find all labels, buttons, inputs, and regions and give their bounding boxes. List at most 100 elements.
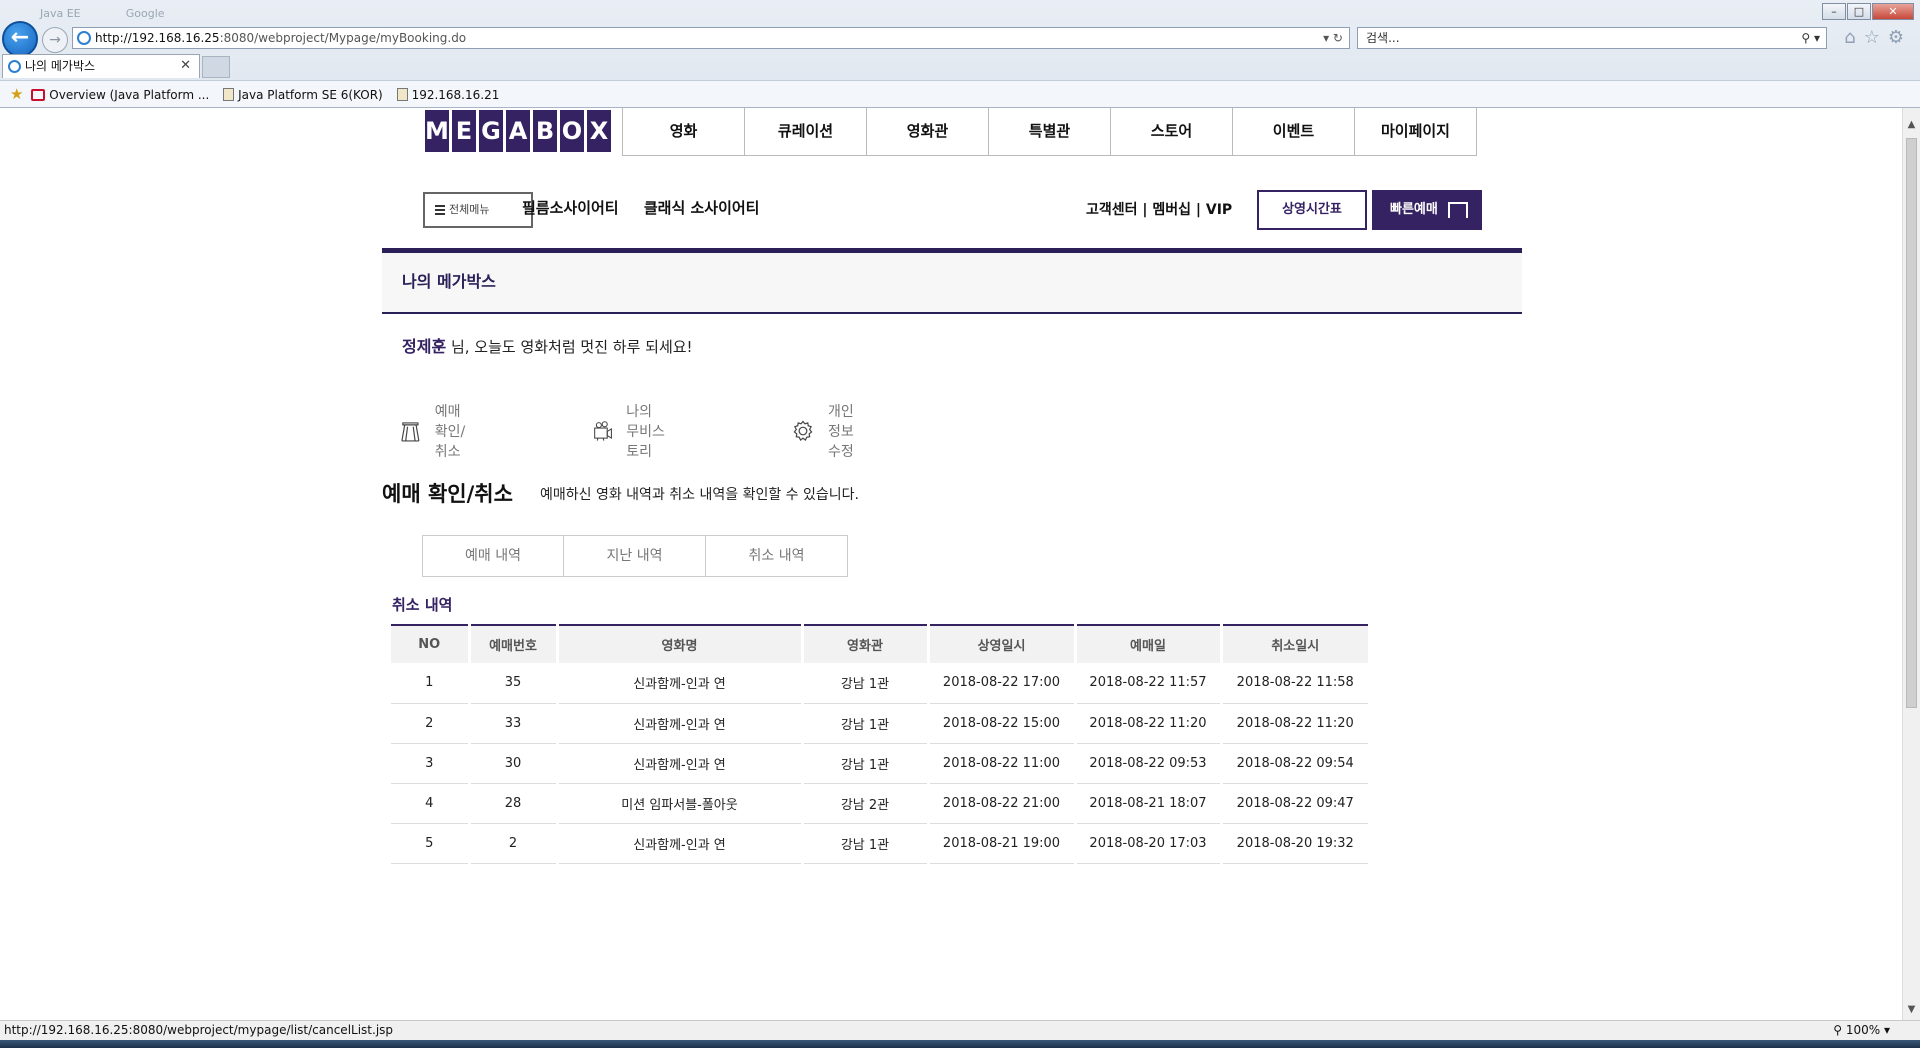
table-cell: 2 xyxy=(467,823,557,864)
favorite-link[interactable]: Overview (Java Platform ... xyxy=(31,82,209,108)
favorites-bar: ★ Overview (Java Platform ... Java Platf… xyxy=(0,80,1920,107)
menu-booking[interactable]: 예매 확인/취소 xyxy=(400,403,476,460)
search-box[interactable]: 검색... ⚲ ▾ xyxy=(1357,27,1827,49)
search-placeholder: 검색... xyxy=(1366,31,1400,45)
new-tab-button[interactable] xyxy=(202,56,230,78)
column-header: 취소일시 xyxy=(1219,625,1368,663)
camera-icon xyxy=(594,421,612,441)
close-window-button[interactable]: ✕ xyxy=(1872,3,1914,20)
browser-toolbar-icons: ⌂☆⚙ xyxy=(1844,27,1912,48)
table-header-row: NO 예매번호 영화명 영화관 상영일시 예매일 취소일시 xyxy=(391,625,1368,663)
table-cell: 2 xyxy=(391,703,469,744)
table-cell: 2018-08-22 09:54 xyxy=(1219,743,1368,784)
tab-past-history[interactable]: 지난 내역 xyxy=(564,535,706,577)
gnb-item-movie[interactable]: 영화 xyxy=(623,108,745,156)
tab-current[interactable]: 나의 메가박스 ✕ xyxy=(2,54,200,78)
all-menu-label: 전체메뉴 xyxy=(449,203,490,216)
scroll-thumb[interactable] xyxy=(1906,138,1917,708)
table-cell: 4 xyxy=(391,783,469,824)
ticket-icon xyxy=(1448,202,1468,218)
zoom-level[interactable]: ⚲ 100% ▾ xyxy=(1833,1021,1890,1040)
logo-letter: O xyxy=(560,110,584,152)
favorite-link[interactable]: Java Platform SE 6(KOR) xyxy=(223,82,383,108)
logo-letter: X xyxy=(587,110,611,152)
table-row: 2 33 신과함께-인과 연 강남 1관 2018-08-22 15:00 2018-08… xyxy=(391,703,1368,744)
table-cell: 2018-08-22 17:00 xyxy=(926,663,1075,704)
table-row: 3 30 신과함께-인과 연 강남 1관 2018-08-22 11:00 2018-08… xyxy=(391,743,1368,784)
forward-arrow-icon: → xyxy=(49,32,61,48)
society-links: 필름소사이어티 클래식 소사이어티 xyxy=(522,197,779,218)
ticket-icon xyxy=(401,422,420,442)
search-icon[interactable]: ⚲ ▾ xyxy=(1801,28,1820,48)
table-row: 5 2 신과함께-인과 연 강남 1관 2018-08-21 19:00 2018-08-… xyxy=(391,823,1368,864)
column-header: 예매일 xyxy=(1073,625,1221,663)
web-page: MEGABOX 영화 큐레이션 영화관 특별관 스토어 이벤트 마이페이지 전체… xyxy=(0,108,1902,1020)
tab-booking-history[interactable]: 예매 내역 xyxy=(422,535,564,577)
menu-label: 예매 확인/취소 xyxy=(434,404,466,460)
refresh-icon[interactable]: ▾ ↻ xyxy=(1323,28,1343,48)
tab-title: 나의 메가박스 xyxy=(25,59,96,73)
gnb-item-theater[interactable]: 영화관 xyxy=(867,108,989,156)
home-icon[interactable]: ⌂ xyxy=(1844,27,1863,48)
table-cell: 2018-08-22 09:47 xyxy=(1219,783,1368,824)
logo-letter: G xyxy=(479,110,503,152)
gnb-item-special[interactable]: 특별관 xyxy=(989,108,1111,156)
address-bar[interactable]: http://192.168.16.25:8080/webproject/Myp… xyxy=(72,27,1350,49)
table-cell: 신과함께-인과 연 xyxy=(555,703,802,744)
table-cell: 2018-08-20 19:32 xyxy=(1219,823,1368,864)
favorites-star-icon[interactable]: ☆ xyxy=(1864,27,1888,48)
minimize-button[interactable]: – xyxy=(1822,3,1846,20)
menu-profile[interactable]: 개인정보수정 xyxy=(792,403,865,460)
window-controls: – □ ✕ xyxy=(1821,0,1914,20)
table-cell: 35 xyxy=(467,663,557,704)
ie-tab-icon xyxy=(8,60,21,73)
favorite-label: Java Platform SE 6(KOR) xyxy=(238,88,383,102)
column-header: 예매번호 xyxy=(467,625,557,663)
maximize-button[interactable]: □ xyxy=(1847,3,1871,20)
table-cell: 3 xyxy=(391,743,469,784)
quick-booking-button[interactable]: 빠른예매 xyxy=(1372,190,1482,230)
gnb-item-store[interactable]: 스토어 xyxy=(1111,108,1233,156)
url-host: http://192.168.16.25 xyxy=(95,31,220,45)
ghost-tab[interactable]: Google xyxy=(126,7,165,20)
favorite-link[interactable]: 192.168.16.21 xyxy=(396,82,499,108)
table-cell: 신과함께-인과 연 xyxy=(555,823,802,864)
status-url: http://192.168.16.25:8080/webproject/myp… xyxy=(4,1023,394,1037)
classic-society-link[interactable]: 클래식 소사이어티 xyxy=(644,199,760,217)
ghost-tab[interactable]: Java EE xyxy=(40,7,81,20)
browser-chrome: Java EE Google – □ ✕ ← → http://192.168.16… xyxy=(0,0,1920,108)
background-tabs: Java EE Google xyxy=(40,2,340,24)
close-tab-icon[interactable]: ✕ xyxy=(180,55,191,77)
back-button[interactable]: ← xyxy=(2,21,38,57)
gnb-item-mypage[interactable]: 마이페이지 xyxy=(1355,108,1477,156)
film-society-link[interactable]: 필름소사이어티 xyxy=(522,199,619,217)
table-cell: 강남 1관 xyxy=(800,823,928,864)
table-cell: 강남 1관 xyxy=(800,663,928,704)
cancel-table: NO 예매번호 영화명 영화관 상영일시 예매일 취소일시 1 35 신과함께-인과 연 강남 1… xyxy=(391,624,1368,864)
logo-letter: E xyxy=(452,110,476,152)
scroll-up-icon[interactable]: ▲ xyxy=(1903,116,1920,133)
favorites-add-icon[interactable]: ★ xyxy=(10,85,23,103)
timetable-button[interactable]: 상영시간표 xyxy=(1257,190,1367,230)
menu-moviestory[interactable]: 나의 무비스토리 xyxy=(593,403,666,460)
global-nav: 영화 큐레이션 영화관 특별관 스토어 이벤트 마이페이지 xyxy=(622,108,1477,156)
util-links[interactable]: 고객센터 | 멤버십 | VIP xyxy=(1086,199,1232,219)
megabox-logo[interactable]: MEGABOX xyxy=(425,110,611,152)
table-cell: 2018-08-20 17:03 xyxy=(1073,823,1221,864)
logo-letter: A xyxy=(506,110,530,152)
table-cell: 2018-08-21 18:07 xyxy=(1073,783,1221,824)
table-row: 1 35 신과함께-인과 연 강남 1관 2018-08-22 17:00 2018-08… xyxy=(391,663,1368,704)
page-icon xyxy=(223,88,235,101)
status-bar: http://192.168.16.25:8080/webproject/myp… xyxy=(0,1020,1920,1040)
settings-gear-icon[interactable]: ⚙ xyxy=(1888,27,1912,48)
quick-booking-label: 빠른예매 xyxy=(1390,202,1438,217)
tab-cancel-history[interactable]: 취소 내역 xyxy=(706,535,848,577)
forward-button[interactable]: → xyxy=(42,27,68,53)
gnb-item-event[interactable]: 이벤트 xyxy=(1233,108,1355,156)
scroll-down-icon[interactable]: ▼ xyxy=(1903,1001,1920,1018)
logo-letter: M xyxy=(425,110,449,152)
vertical-scrollbar[interactable]: ▲ ▼ xyxy=(1902,108,1920,1020)
gnb-item-curation[interactable]: 큐레이션 xyxy=(745,108,867,156)
table-cell: 강남 1관 xyxy=(800,743,928,784)
all-menu-button[interactable]: 전체메뉴 xyxy=(423,192,533,228)
